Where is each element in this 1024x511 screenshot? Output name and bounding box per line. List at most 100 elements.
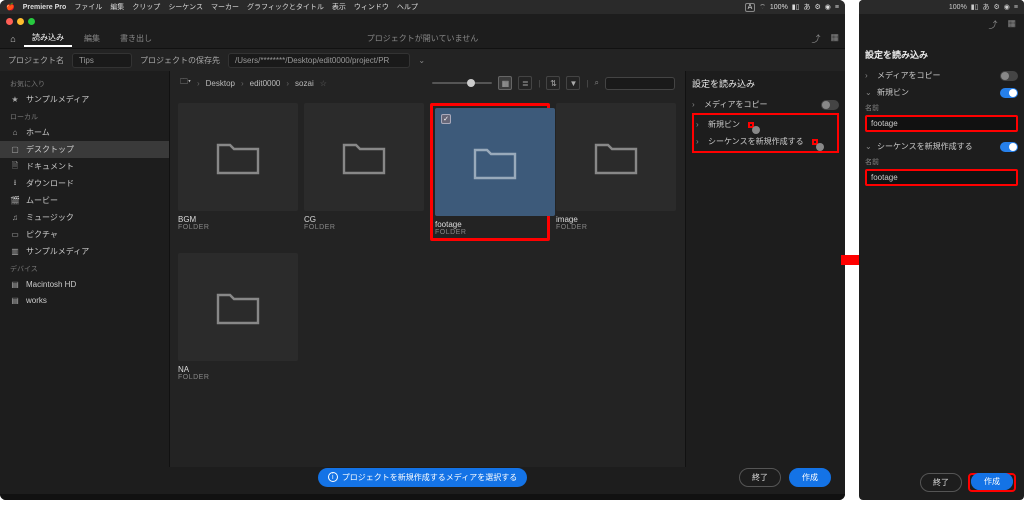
- toggle-copy-media[interactable]: [821, 100, 839, 110]
- list-view-icon[interactable]: ≣: [518, 76, 532, 90]
- chevron-down-icon: ⌄: [865, 88, 873, 97]
- sequence-name-field[interactable]: footage: [865, 169, 1018, 186]
- tab-import[interactable]: 読み込み: [24, 30, 72, 47]
- home-icon: ⌂: [10, 128, 20, 138]
- favorite-toggle-icon[interactable]: ☆: [320, 79, 327, 88]
- menu-clip[interactable]: クリップ: [132, 2, 160, 12]
- grid-view-icon[interactable]: ▦: [498, 76, 512, 90]
- sidebar-item-downloads[interactable]: ⭳ダウンロード: [0, 175, 169, 192]
- create-button[interactable]: 作成: [971, 473, 1013, 490]
- filter-icon[interactable]: ▼: [566, 76, 580, 90]
- control-center-icon[interactable]: ⚙: [994, 3, 1000, 11]
- wifi-icon[interactable]: ⌔: [759, 3, 766, 12]
- toggle-copy-media[interactable]: [1000, 71, 1018, 81]
- ime-kana[interactable]: あ: [983, 2, 990, 12]
- sidebar-item-pictures[interactable]: ▭ピクチャ: [0, 226, 169, 243]
- menu-marker[interactable]: マーカー: [211, 2, 239, 12]
- menu-help[interactable]: ヘルプ: [397, 2, 418, 12]
- sidebar-section-devices: デバイス: [0, 260, 169, 276]
- share-icon[interactable]: ⤴: [811, 32, 820, 45]
- window-traffic-lights[interactable]: [0, 14, 41, 29]
- sidebar-item-sample-media-2[interactable]: ▥サンプルメディア: [0, 243, 169, 260]
- menu-window[interactable]: ウィンドウ: [354, 2, 389, 12]
- chevron-right-icon: ›: [696, 120, 704, 129]
- info-icon: i: [328, 472, 338, 482]
- thumbnail-size-slider[interactable]: [432, 82, 492, 84]
- breadcrumb-desktop[interactable]: Desktop: [206, 79, 235, 88]
- sidebar-section-favorites: お気に入り: [0, 75, 169, 91]
- toggle-new-sequence[interactable]: [1000, 142, 1018, 152]
- create-button[interactable]: 作成: [789, 468, 831, 487]
- folder-tile-footage[interactable]: ✓ footage FOLDER: [430, 103, 550, 241]
- menu-extra-icon[interactable]: ≡: [835, 4, 839, 11]
- home-icon[interactable]: ⌂: [6, 32, 20, 46]
- project-name-field[interactable]: Tips: [72, 53, 132, 68]
- sidebar-item-documents[interactable]: 🗎ドキュメント: [0, 158, 169, 175]
- video-icon: 🎬: [10, 196, 20, 206]
- project-save-label: プロジェクトの保存先: [140, 55, 220, 66]
- setting-new-bin[interactable]: ⌄ 新規ビン: [865, 84, 1018, 101]
- toggle-new-bin[interactable]: [1000, 88, 1018, 98]
- menu-file[interactable]: ファイル: [74, 2, 102, 12]
- workspace-icon[interactable]: ▦: [1007, 18, 1016, 31]
- import-settings-panel: 設定を読み込み › メディアをコピー › 新規ビン ›: [685, 71, 845, 467]
- sidebar-item-works[interactable]: ▤works: [0, 292, 169, 308]
- setting-copy-media[interactable]: › メディアをコピー: [692, 96, 839, 113]
- project-name-label: プロジェクト名: [8, 55, 64, 66]
- menu-edit[interactable]: 編集: [110, 2, 124, 12]
- menu-sequence[interactable]: シーケンス: [168, 2, 203, 12]
- breadcrumb: 🗀▾ › Desktop › edit0000 › sozai ☆ ▦ ≣ |: [170, 71, 685, 95]
- sidebar-item-sample-media[interactable]: ★サンプルメディア: [0, 91, 169, 108]
- sidebar-item-macintosh-hd[interactable]: ▤Macintosh HD: [0, 276, 169, 292]
- sidebar-item-home[interactable]: ⌂ホーム: [0, 124, 169, 141]
- setting-new-sequence[interactable]: › シーケンスを新規作成する: [696, 133, 835, 150]
- sidebar-item-movies[interactable]: 🎬ムービー: [0, 192, 169, 209]
- sort-icon[interactable]: ⇅: [546, 76, 560, 90]
- siri-icon[interactable]: ◉: [825, 3, 831, 11]
- sidebar-section-local: ローカル: [0, 108, 169, 124]
- tab-export[interactable]: 書き出し: [112, 31, 160, 46]
- sample-icon: ▥: [10, 247, 20, 257]
- battery-pct: 100%: [949, 4, 967, 11]
- folder-tile-na[interactable]: NA FOLDER: [178, 253, 298, 381]
- sidebar-item-music[interactable]: ♫ミュージック: [0, 209, 169, 226]
- control-center-icon[interactable]: ⚙: [815, 3, 821, 11]
- exit-button[interactable]: 終了: [739, 468, 781, 487]
- media-grid: BGM FOLDER CG FOLDER ✓: [170, 95, 685, 467]
- setting-new-bin[interactable]: › 新規ビン: [696, 116, 835, 133]
- breadcrumb-sozai[interactable]: sozai: [295, 79, 314, 88]
- bin-name-field[interactable]: footage: [865, 115, 1018, 132]
- workspace-icon[interactable]: ▦: [830, 32, 839, 45]
- ime-indicator[interactable]: A: [745, 3, 756, 12]
- setting-new-sequence[interactable]: ⌄ シーケンスを新規作成する: [865, 138, 1018, 155]
- path-dropdown-icon[interactable]: ⌄: [418, 56, 425, 65]
- ime-kana[interactable]: あ: [804, 2, 811, 12]
- setting-copy-media[interactable]: › メディアをコピー: [865, 67, 1018, 84]
- sidebar-item-desktop[interactable]: ▢デスクトップ: [0, 141, 169, 158]
- chevron-right-icon: ›: [865, 71, 873, 80]
- app-name[interactable]: Premiere Pro: [23, 4, 67, 11]
- menu-graphics[interactable]: グラフィックとタイトル: [247, 2, 324, 12]
- folder-tile-image[interactable]: image FOLDER: [556, 103, 676, 241]
- picture-icon: ▭: [10, 230, 20, 240]
- folder-tile-bgm[interactable]: BGM FOLDER: [178, 103, 298, 241]
- share-icon[interactable]: ⤴: [988, 18, 997, 31]
- chevron-down-icon: ⌄: [865, 142, 873, 151]
- breadcrumb-edit0000[interactable]: edit0000: [250, 79, 281, 88]
- exit-button[interactable]: 終了: [920, 473, 962, 492]
- tile-checkbox[interactable]: ✓: [441, 114, 451, 124]
- media-browser: 🗀▾ › Desktop › edit0000 › sozai ☆ ▦ ≣ |: [170, 71, 685, 467]
- project-save-path[interactable]: /Users/********/Desktop/edit0000/project…: [228, 53, 410, 68]
- menu-extra-icon[interactable]: ≡: [1014, 4, 1018, 11]
- folder-nav-icon[interactable]: 🗀▾: [180, 76, 191, 90]
- right-settings-panel: 100% ▮▯ あ ⚙ ◉ ≡ ⤴ ▦ 設定を読み込み › メディアをコピー ⌄…: [859, 0, 1024, 500]
- apple-icon[interactable]: 🍎: [6, 3, 15, 11]
- tab-edit[interactable]: 編集: [76, 31, 108, 46]
- project-bar: プロジェクト名 Tips プロジェクトの保存先 /Users/********/…: [0, 49, 845, 71]
- music-icon: ♫: [10, 213, 20, 223]
- menu-view[interactable]: 表示: [332, 2, 346, 12]
- search-input[interactable]: [605, 77, 675, 90]
- chevron-right-icon: ›: [696, 137, 704, 146]
- folder-tile-cg[interactable]: CG FOLDER: [304, 103, 424, 241]
- siri-icon[interactable]: ◉: [1004, 3, 1010, 11]
